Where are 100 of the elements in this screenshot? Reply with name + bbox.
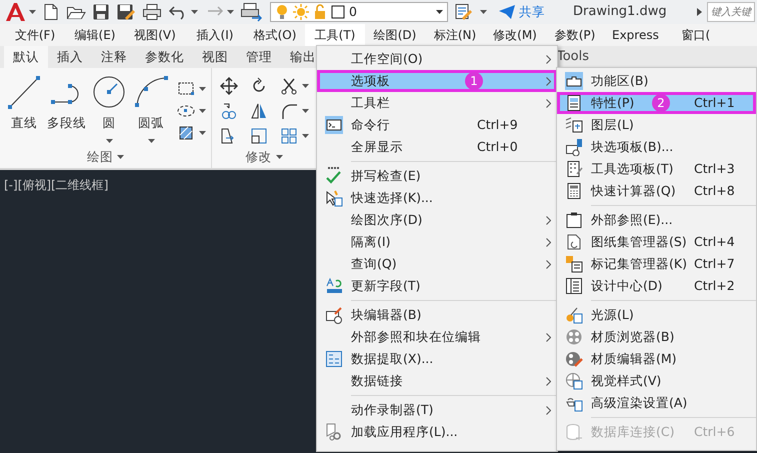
menu-item[interactable]: 功能区(B) [557,70,756,92]
chevron-icon [546,406,550,414]
copy-icon[interactable] [220,102,238,120]
caret-icon[interactable] [29,10,36,14]
sun-icon [293,4,309,20]
caret-icon[interactable] [199,109,206,113]
menu-bar-item[interactable]: 绘图(D) [365,24,425,46]
menu-item[interactable]: 数据提取(X)... [317,348,557,370]
menu-item[interactable]: 材质浏览器(B) [557,326,756,348]
search-field[interactable]: 键入关键 [707,2,755,22]
ribbon-tab[interactable]: 视图 [193,46,237,68]
caret-icon[interactable] [276,155,282,159]
save-as-icon[interactable] [116,3,136,21]
menu-item[interactable]: 选项板 1 [317,70,557,92]
caret-icon[interactable] [117,155,124,159]
save-icon[interactable] [92,3,110,21]
menu-item[interactable]: 块选项板(B)... [557,136,756,158]
layer-properties-icon[interactable] [454,3,474,21]
menu-bar-item[interactable]: 编辑(E) [65,24,125,46]
menu-item[interactable]: 设计中心(D) Ctrl+2 [557,275,756,297]
ribbon-tab[interactable]: 插入 [48,46,92,68]
ribbon-tab[interactable]: 参数化 [136,46,193,68]
scissors-icon[interactable] [280,77,298,96]
panel-title[interactable]: 绘图 [87,148,113,166]
menu-bar-item[interactable]: 文件(F) [5,24,65,46]
share-button[interactable]: 共享 [495,2,549,22]
menu-item[interactable]: 绘图次序(D) [317,209,557,231]
move-icon[interactable] [220,77,238,96]
draw-tool-button[interactable]: 多段线 [44,72,89,146]
layer-dropdown[interactable]: 0 [270,2,448,22]
caret-icon[interactable] [302,134,309,138]
menu-bar-item[interactable]: 插入(I) [185,24,245,46]
chevron-icon [546,54,550,64]
menu-item[interactable]: 图层(L) [557,114,756,136]
clipboard-icon [565,211,583,229]
caret-icon[interactable] [436,10,443,14]
hatch-tool-icon[interactable] [177,124,195,142]
fillet-icon[interactable] [280,102,298,120]
menu-item[interactable]: 查询(Q) [317,253,557,275]
scale-icon[interactable] [250,126,268,145]
print-icon[interactable] [142,3,162,21]
ribbon-tab[interactable]: Tools [557,47,590,67]
mirror-icon[interactable] [250,102,268,120]
menu-item[interactable]: 快速计算器(Q) Ctrl+8 [557,180,756,202]
app-logo-icon[interactable] [4,2,26,22]
triangle-icon[interactable] [697,8,702,16]
menu-bar-item[interactable]: Express [605,24,666,46]
caret-icon[interactable] [148,138,154,143]
array-icon[interactable] [280,126,298,145]
menu-item[interactable]: 工具选项板(T) Ctrl+3 [557,158,756,180]
menu-item[interactable]: 全屏显示 Ctrl+0 [317,136,557,158]
caret-icon[interactable] [199,131,206,135]
ribbon-tab[interactable]: 注释 [92,46,136,68]
menu-bar-item[interactable]: 工具(T) [305,24,365,46]
menu-item[interactable]: 更新字段(T) [317,275,557,297]
menu-item[interactable]: 光源(L) [557,304,756,326]
caret-icon[interactable] [191,10,198,14]
caret-icon[interactable] [302,108,309,113]
menu-item[interactable]: 拼写检查(E) [317,165,557,187]
ribbon-tab[interactable]: 管理 [237,46,281,68]
plot-icon[interactable] [240,2,262,22]
ribbon-tab[interactable]: 默认 [4,46,48,68]
menu-item[interactable]: 视觉样式(V) [557,370,756,392]
shortcut-label: Ctrl+7 [694,254,736,273]
design-center-icon [565,277,583,295]
menu-item[interactable]: 特性(P) 2 Ctrl+1 [557,92,756,114]
material-pencil-icon [565,350,583,368]
menu-bar-item[interactable]: 标注(N) [425,24,485,46]
panel-title[interactable]: 修改 [246,148,272,166]
menu-item[interactable]: 工具栏 [317,92,557,114]
menu-bar-item[interactable]: 参数(P) [545,24,605,46]
menu-item[interactable]: 隔离(I) [317,231,557,253]
menu-item[interactable]: 外部参照(E)... [557,209,756,231]
draw-tool-button[interactable]: 圆弧 [129,72,173,146]
menu-item[interactable]: 材质编辑器(M) [557,348,756,370]
caret-icon[interactable] [227,10,234,14]
menu-item[interactable]: 图纸集管理器(S) Ctrl+4 [557,231,756,253]
menu-item[interactable]: 动作录制器(T) [317,399,557,421]
menu-bar-item[interactable]: 视图(V) [125,24,185,46]
rectangle-tool-icon[interactable] [177,80,195,98]
caret-icon[interactable] [106,138,112,143]
menu-item[interactable]: 数据链接 [317,370,557,392]
draw-tool-button[interactable]: 圆 [89,72,129,146]
menu-item[interactable]: 加载应用程序(L)... [317,421,557,443]
caret-icon[interactable] [480,10,487,14]
menu-item[interactable]: 标记集管理器(K) Ctrl+7 [557,253,756,275]
menu-item[interactable]: 命令行 Ctrl+9 [317,114,557,136]
menu-item[interactable]: 外部参照和块在位编辑 [317,326,557,348]
menu-bar-item[interactable]: 修改(M) [485,24,545,46]
menu-item[interactable]: 块编辑器(B) [317,304,557,326]
menu-item[interactable]: 快速选择(K)... [317,187,557,209]
caret-icon[interactable] [302,84,309,88]
block-editor-icon [325,306,343,324]
draw-tool-button[interactable]: 直线 [4,72,44,146]
light-icon [565,306,583,324]
menu-bar-item[interactable]: 格式(O) [245,24,305,46]
menu-bar-item[interactable]: 窗口( [666,24,726,46]
caret-icon[interactable] [199,87,206,91]
menu-item[interactable]: 高级渲染设置(A) [557,392,756,414]
new-file-icon[interactable] [42,3,60,21]
